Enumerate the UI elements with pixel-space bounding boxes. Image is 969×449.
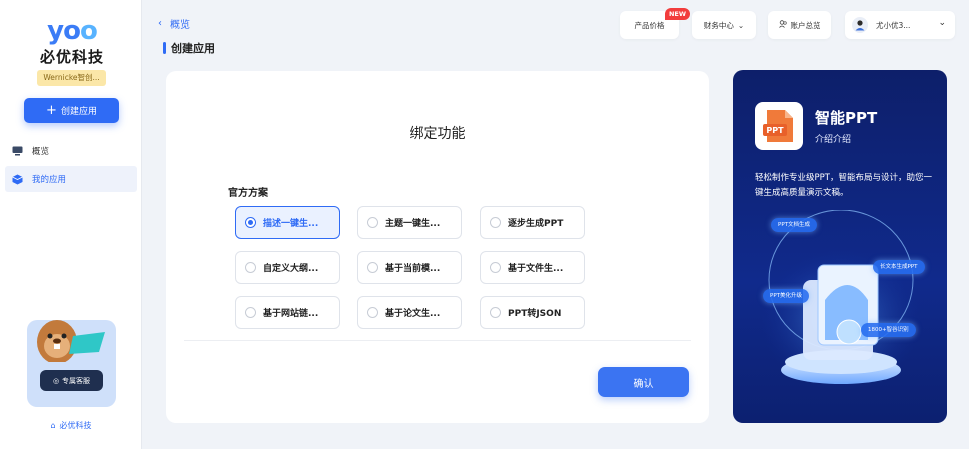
sidebar-item-label: 概览 <box>32 147 50 157</box>
sidebar-item-overview[interactable]: 概览 <box>5 138 137 164</box>
option-ppt-to-json[interactable]: PPT转JSON <box>480 296 585 329</box>
option-label: 主题一键生... <box>385 219 441 229</box>
bind-function-panel: 绑定功能 官方方案 描述一键生... 主题一键生... 逐步生成PPT 自定义大… <box>166 71 709 423</box>
radio <box>490 217 501 228</box>
account-icon <box>778 20 787 30</box>
create-app-button[interactable]: + 创建应用 <box>24 98 119 123</box>
divider <box>184 340 691 341</box>
monitor-icon <box>12 146 23 157</box>
finance-center-menu[interactable]: 财务中心 ⌄ <box>692 11 756 39</box>
account-overview-button[interactable]: 账户总览 <box>768 11 831 39</box>
radio <box>367 307 378 318</box>
app-box-icon <box>12 174 23 185</box>
org-badge[interactable]: Wernicke智创... <box>37 70 106 86</box>
option-label: 基于文件生... <box>508 264 564 274</box>
brand-footer-label: 必优科技 <box>59 421 92 430</box>
brand-footer-link[interactable]: ⌂ 必优科技 <box>0 420 142 431</box>
chevron-down-icon: ⌄ <box>938 18 946 28</box>
option-label: 自定义大纲... <box>263 264 319 274</box>
user-menu[interactable]: 尤小优3... ⌄ <box>845 11 955 39</box>
page-title-text: 创建应用 <box>171 42 215 55</box>
chat-icon: ◎ <box>52 376 60 385</box>
radio <box>490 262 501 273</box>
radio <box>245 262 256 273</box>
option-website-link[interactable]: 基于网站链... <box>235 296 340 329</box>
home-icon: ⌂ <box>50 421 56 430</box>
option-describe-generate[interactable]: 描述一键生... <box>235 206 340 239</box>
logo-mark: yoo <box>47 16 98 46</box>
support-label: 专属客服 <box>62 376 91 385</box>
chip-long-text-ppt: 长文本生成PPT <box>873 260 925 274</box>
promo-panel: PPT 智能PPT 介绍介绍 轻松制作专业级PPT，智能布局与设计，助您一键生成… <box>733 70 947 423</box>
mascot-card: ◎ 专属客服 <box>27 320 116 407</box>
beaver-mascot-icon <box>37 320 105 362</box>
option-current-template[interactable]: 基于当前模... <box>357 251 462 284</box>
radio <box>245 307 256 318</box>
back-label: 概览 <box>170 20 190 31</box>
official-plan-label: 官方方案 <box>228 188 268 199</box>
create-app-label: 创建应用 <box>60 107 97 117</box>
radio <box>367 217 378 228</box>
panel-heading: 绑定功能 <box>409 126 466 142</box>
user-name: 尤小优3... <box>876 20 911 30</box>
promo-description: 轻松制作专业级PPT，智能布局与设计，助您一键生成高质量演示文稿。 <box>755 173 932 198</box>
logo-name: 必优科技 <box>39 48 104 66</box>
sidebar-item-label: 我的应用 <box>32 175 67 185</box>
sidebar: yoo 必优科技 Wernicke智创... + 创建应用 概览 我的应用 ◎ … <box>0 0 142 449</box>
title-accent-bar <box>163 42 166 54</box>
ppt-icon-label: PPT <box>766 126 784 135</box>
option-label: 基于当前模... <box>385 264 441 274</box>
ppt-app-icon: PPT <box>755 102 803 150</box>
option-label: 基于论文生... <box>385 309 441 319</box>
brand-logo[interactable]: yoo 必优科技 <box>36 18 108 67</box>
option-topic-generate[interactable]: 主题一键生... <box>357 206 462 239</box>
chip-ppt-beautify: PPT美化升级 <box>763 289 809 303</box>
option-label: 描述一键生... <box>263 219 319 229</box>
page-title: 创建应用 <box>163 40 215 56</box>
finance-label: 财务中心 <box>703 20 734 30</box>
sidebar-item-my-apps[interactable]: 我的应用 <box>5 166 137 192</box>
confirm-button[interactable]: 确认 <box>598 367 689 397</box>
option-file-generate[interactable]: 基于文件生... <box>480 251 585 284</box>
chip-ppt-doc-generate: PPT文档生成 <box>771 218 817 232</box>
sidebar-nav: 概览 我的应用 <box>5 138 137 194</box>
chevron-down-icon: ⌄ <box>737 20 745 30</box>
dedicated-support-button[interactable]: ◎ 专属客服 <box>40 370 103 391</box>
promo-title: 智能PPT <box>815 109 878 127</box>
back-breadcrumb[interactable]: ‹ 概览 <box>158 16 190 31</box>
radio <box>490 307 501 318</box>
new-badge: NEW <box>665 8 690 20</box>
option-custom-outline[interactable]: 自定义大纲... <box>235 251 340 284</box>
account-label: 账户总览 <box>790 20 821 30</box>
avatar <box>852 17 868 33</box>
chevron-left-icon: ‹ <box>158 18 162 29</box>
radio <box>367 262 378 273</box>
option-label: PPT转JSON <box>508 309 562 319</box>
option-label: 基于网站链... <box>263 309 319 319</box>
chip-recognition: 1800+智谷识别 <box>861 323 916 337</box>
option-paper-generate[interactable]: 基于论文生... <box>357 296 462 329</box>
ppt-3d-illustration <box>761 210 921 390</box>
radio-selected <box>245 217 256 228</box>
product-price-label: 产品价格 <box>634 20 665 30</box>
option-step-generate[interactable]: 逐步生成PPT <box>480 206 585 239</box>
plus-icon: + <box>46 103 57 118</box>
option-label: 逐步生成PPT <box>508 219 564 229</box>
promo-subtitle: 介绍介绍 <box>815 135 852 145</box>
